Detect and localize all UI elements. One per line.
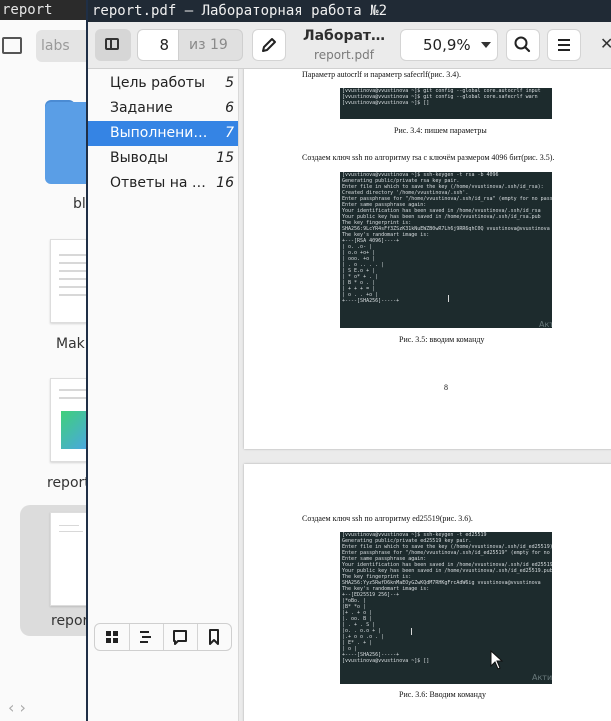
mouse-pointer-icon xyxy=(490,650,504,670)
outline-item-page: 7 xyxy=(225,125,234,141)
window-title: report.pdf — Лабораторная работа №2 xyxy=(88,0,611,22)
outline-item[interactable]: Выводы 15 xyxy=(88,146,238,171)
outline-item[interactable]: Цель работы 5 xyxy=(88,71,238,96)
paragraph-text: Параметр autocrlf и параметр safecrlf(ри… xyxy=(302,70,461,79)
text-cursor-icon: I xyxy=(410,627,413,638)
outline-item[interactable]: Задание 6 xyxy=(88,96,238,121)
pdf-viewer-window: report.pdf — Лабораторная работа №2 8 из… xyxy=(86,0,611,721)
zoom-dropdown[interactable]: 50,9% xyxy=(400,29,498,61)
comment-icon xyxy=(173,630,187,645)
page-number-input[interactable]: 8 xyxy=(137,29,179,61)
background-file-manager: report labs bl Mak report repor ‹ › xyxy=(0,0,90,721)
terminal-screenshot: [vvustinova@vvustinova ~]$ ssh-keygen -t… xyxy=(340,172,552,328)
outline-item-label: Выводы xyxy=(110,150,169,166)
bookmarks-button[interactable] xyxy=(197,624,231,650)
figure-caption: Рис. 3.4: пишем параметры xyxy=(394,126,487,135)
hamburger-icon xyxy=(558,39,570,51)
outline-button[interactable] xyxy=(129,624,164,650)
background-item-label: Mak xyxy=(56,336,85,352)
outline-icon xyxy=(140,631,151,643)
document-view[interactable]: Параметр autocrlf и параметр safecrlf(ри… xyxy=(239,69,611,721)
zoom-value: 50,9% xyxy=(423,36,471,54)
pdf-page: Создаем ключ ssh по алгоритму ed25519(ри… xyxy=(244,464,611,721)
terminal-screenshot: [vvustinova@vvustinova ~]$ ssh-keygen -t… xyxy=(340,532,552,684)
terminal-line: [vvustinova@vvustinova ~]$ [] xyxy=(342,658,430,664)
outline-item-label: Выполнение… xyxy=(110,125,210,141)
thumbnails-button[interactable] xyxy=(95,624,130,650)
activation-watermark: Акти xyxy=(532,673,552,682)
terminal-screenshot: [vvustinova@vvustinova ~]$ git config --… xyxy=(340,88,552,119)
text-cursor-icon: I xyxy=(447,294,450,305)
document-title: Лаборат… xyxy=(302,28,386,44)
outline-item-page: 15 xyxy=(216,150,234,166)
header-bar: 8 из 19 Лаборат… report.pdf 50,9% ✕ xyxy=(88,22,611,69)
annotations-button[interactable] xyxy=(163,624,198,650)
pencil-icon xyxy=(262,38,276,52)
terminal-line: +----[SHA256]-----+ xyxy=(342,298,400,304)
presentation-icon[interactable] xyxy=(50,378,87,462)
terminal-line: [vvustinova@vvustinova ~]$ [] xyxy=(342,100,430,106)
annotate-button[interactable] xyxy=(252,29,286,61)
grid-icon xyxy=(106,631,118,643)
sidebar-mode-switcher xyxy=(94,623,232,651)
document-icon[interactable] xyxy=(50,239,87,323)
paragraph-text: Создаем ключ ssh по алгоритму rsa с ключ… xyxy=(302,153,555,162)
outline-item-label: Ответы на к… xyxy=(110,175,210,191)
chevron-down-icon xyxy=(481,42,491,48)
pdf-page: Параметр autocrlf и параметр safecrlf(ри… xyxy=(244,69,611,449)
outline-item-page: 5 xyxy=(225,75,234,91)
background-sidebar-icon[interactable] xyxy=(2,37,22,54)
bookmark-icon xyxy=(209,629,219,645)
outline-item-label: Цель работы xyxy=(110,75,206,91)
sidebar-icon xyxy=(105,38,119,50)
close-icon[interactable]: ✕ xyxy=(600,34,611,53)
outline-item-selected[interactable]: Выполнение… 7 xyxy=(88,121,238,146)
page-total-label: из 19 xyxy=(179,29,243,61)
activation-watermark: Акти xyxy=(539,320,552,328)
page-number: 8 xyxy=(444,383,448,392)
search-icon xyxy=(514,36,531,53)
figure-caption: Рис. 3.5: вводим команду xyxy=(399,335,485,344)
pdf-thumbnail-icon[interactable] xyxy=(50,512,87,606)
outline-item[interactable]: Ответы на к… 16 xyxy=(88,171,238,196)
paragraph-text: Создаем ключ ssh по алгоритму ed25519(ри… xyxy=(302,514,473,523)
outline-item-label: Задание xyxy=(110,100,173,116)
document-filename: report.pdf xyxy=(314,48,374,62)
search-button[interactable] xyxy=(506,29,540,61)
outline-item-page: 6 xyxy=(225,100,234,116)
background-path-bar[interactable]: labs xyxy=(36,30,86,62)
background-window-title: report xyxy=(0,0,88,20)
background-item-label: repor xyxy=(51,613,89,629)
background-item-label: bl xyxy=(73,196,86,212)
folder-icon[interactable] xyxy=(45,102,86,184)
figure-caption: Рис. 3.6: Вводим команду xyxy=(399,690,486,699)
sidebar-toggle-button[interactable] xyxy=(95,29,131,61)
background-item-label: report xyxy=(47,475,90,491)
navigation-arrows-icon[interactable]: ‹ › xyxy=(8,698,26,717)
main-menu-button[interactable] xyxy=(547,29,581,61)
outline-item-page: 16 xyxy=(216,175,234,191)
